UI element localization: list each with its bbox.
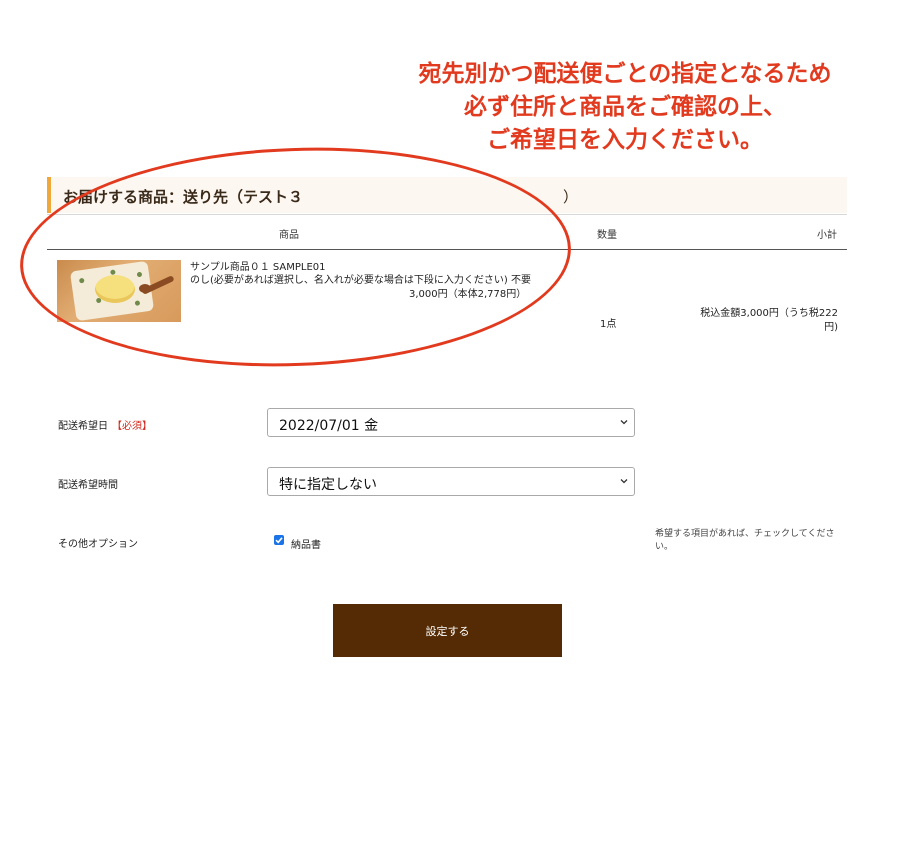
annotation-line-3: ご希望日を入力ください。 — [487, 127, 763, 153]
required-badge: 【必須】 — [112, 421, 152, 432]
product-subtotal: 税込金額3,000円（うち税222円) — [700, 308, 838, 333]
chevron-down-icon — [620, 420, 628, 425]
header-subtotal: 小計 — [817, 230, 837, 241]
section-header: お届けする商品：送り先（テスト３ ） — [47, 177, 847, 213]
delivery-time-label: 配送希望時間 — [58, 480, 118, 491]
header-product: 商品 — [279, 230, 299, 241]
annotation-note: 宛先別かつ配送便ごとの指定となるため 必ず住所と商品をご確認の上、 ご希望日を入… — [380, 58, 870, 157]
delivery-time-value: 特に指定しない — [279, 477, 377, 493]
checkmark-icon — [275, 537, 283, 544]
delivery-date-value: 2022/07/01 金 — [279, 418, 379, 434]
annotation-line-1: 宛先別かつ配送便ごとの指定となるため — [418, 61, 832, 87]
product-name: サンプル商品０１ SAMPLE01 — [190, 262, 326, 273]
section-title-close: ） — [563, 188, 579, 206]
submit-button[interactable]: 設定する — [333, 604, 562, 657]
annotation-circle — [16, 138, 575, 376]
product-noshi: のし(必要があれば選択し、名入れが必要な場合は下段に入力ください) 不要 — [190, 275, 531, 286]
header-qty: 数量 — [597, 230, 617, 241]
cake-shape — [95, 275, 135, 303]
product-price: 3,000円（本体2,778円） — [409, 289, 527, 300]
delivery-date-select[interactable]: 2022/07/01 金 — [267, 408, 635, 437]
delivery-time-select[interactable]: 特に指定しない — [267, 467, 635, 496]
options-help-text: 希望する項目があれば、チェックしてください。 — [655, 529, 835, 552]
invoice-checkbox-label[interactable]: 納品書 — [291, 536, 321, 551]
chevron-down-icon — [620, 479, 628, 484]
delivery-date-label-text: 配送希望日 — [58, 421, 108, 432]
options-label: その他オプション — [58, 539, 138, 550]
product-image — [57, 260, 181, 322]
product-qty: 1点 — [600, 319, 617, 330]
annotation-line-2: 必ず住所と商品をご確認の上、 — [464, 94, 786, 120]
invoice-checkbox[interactable] — [274, 535, 284, 545]
delivery-date-label: 配送希望日 【必須】 — [58, 417, 152, 432]
table-header: 商品 数量 小計 — [47, 214, 847, 250]
section-title: お届けする商品：送り先（テスト３ — [63, 188, 304, 206]
